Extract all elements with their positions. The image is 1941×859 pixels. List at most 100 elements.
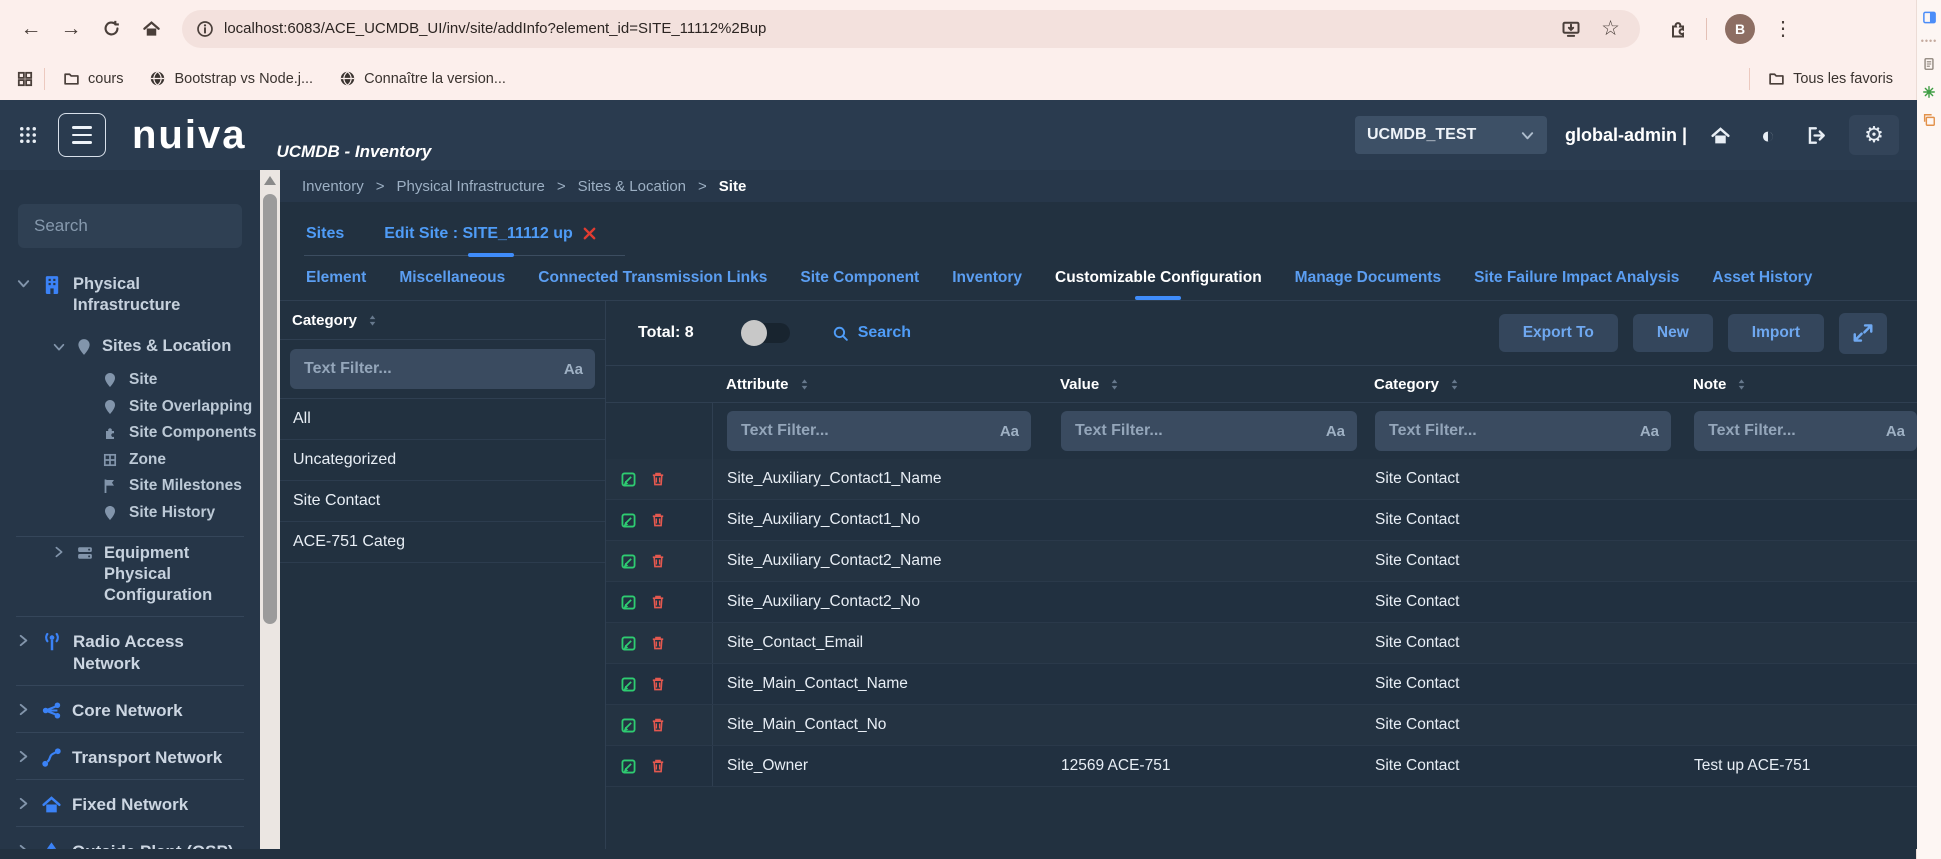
sidebar-item-physical-infrastructure[interactable]: Physical Infrastructure	[16, 274, 260, 316]
new-button[interactable]: New	[1633, 314, 1713, 352]
sidebar-item-core-network[interactable]: Core Network	[0, 692, 260, 730]
browser-home-icon[interactable]	[134, 12, 168, 46]
sidebar-item-site[interactable]: Site	[0, 367, 260, 394]
sidebar-search-input[interactable]	[32, 215, 228, 237]
case-sensitive-toggle[interactable]: Aa	[1640, 423, 1659, 440]
sidebar-item-sites-location[interactable]: Sites & Location	[52, 336, 260, 357]
expand-table-button[interactable]	[1839, 313, 1887, 354]
case-sensitive-toggle[interactable]: Aa	[564, 361, 583, 378]
breadcrumb-sites-location[interactable]: Sites & Location	[578, 178, 686, 195]
sort-icon[interactable]	[797, 377, 812, 392]
back-icon[interactable]: ←	[14, 12, 48, 46]
category-item-site-contact[interactable]: Site Contact	[280, 481, 605, 522]
address-bar[interactable]: localhost:6083/ACE_UCMDB_UI/inv/site/add…	[182, 10, 1640, 48]
sidebar-item-site-history[interactable]: Site History	[0, 500, 260, 527]
sidebar-item-outside-plant[interactable]: Outside Plant (OSP)	[0, 833, 260, 849]
sort-icon[interactable]	[1447, 377, 1462, 392]
search-mode-toggle[interactable]	[744, 323, 790, 343]
category-filter-box[interactable]: Aa	[1375, 411, 1671, 451]
subtab-asset-history[interactable]: Asset History	[1712, 269, 1812, 287]
export-to-button[interactable]: Export To	[1499, 314, 1618, 352]
delete-row-button[interactable]	[650, 512, 666, 528]
edit-row-button[interactable]	[620, 553, 637, 570]
value-filter-box[interactable]: Aa	[1061, 411, 1357, 451]
settings-gear-icon[interactable]: ⚙	[1849, 115, 1899, 155]
sort-icon[interactable]	[1734, 377, 1749, 392]
sort-icon[interactable]	[1107, 377, 1122, 392]
edit-row-button[interactable]	[620, 512, 637, 529]
flower-extension-icon[interactable]	[1922, 85, 1936, 99]
subtab-miscellaneous[interactable]: Miscellaneous	[399, 269, 505, 287]
case-sensitive-toggle[interactable]: Aa	[1886, 423, 1905, 440]
sidebar-scrollbar[interactable]	[260, 170, 280, 849]
waffle-menu-icon[interactable]	[18, 125, 38, 145]
edit-row-button[interactable]	[620, 594, 637, 611]
subtab-manage-documents[interactable]: Manage Documents	[1295, 269, 1441, 287]
scrollbar-thumb[interactable]	[263, 194, 277, 624]
browser-menu-icon[interactable]: ⋮	[1773, 16, 1793, 41]
category-item-uncategorized[interactable]: Uncategorized	[280, 440, 605, 481]
scrollbar-up-arrow[interactable]	[264, 176, 276, 185]
reload-icon[interactable]	[94, 12, 128, 46]
toggle-knob[interactable]	[741, 320, 767, 346]
delete-row-button[interactable]	[650, 758, 666, 774]
note-filter-input[interactable]	[1706, 421, 1878, 441]
delete-row-button[interactable]	[650, 635, 666, 651]
subtab-site-failure-impact-analysis[interactable]: Site Failure Impact Analysis	[1474, 269, 1679, 287]
value-filter-input[interactable]	[1073, 421, 1318, 441]
subtab-element[interactable]: Element	[306, 269, 366, 287]
subtab-inventory[interactable]: Inventory	[952, 269, 1022, 287]
category-item-ace751[interactable]: ACE-751 Categ	[280, 522, 605, 563]
home-icon[interactable]	[1705, 120, 1735, 150]
attribute-filter-input[interactable]	[739, 421, 992, 441]
apps-grid-icon[interactable]	[16, 70, 34, 88]
copy-extension-icon[interactable]	[1922, 113, 1936, 127]
site-info-icon[interactable]	[196, 20, 214, 38]
bookmark-star-icon[interactable]: ☆	[1601, 16, 1620, 41]
sidebar-item-radio-access-network[interactable]: Radio Access Network	[0, 623, 260, 683]
subtab-connected-transmission-links[interactable]: Connected Transmission Links	[538, 269, 767, 287]
notes-extension-icon[interactable]	[1922, 57, 1936, 71]
bookmark-bootstrap[interactable]: Bootstrap vs Node.j...	[141, 66, 321, 91]
all-favorites-button[interactable]: Tous les favoris	[1760, 66, 1901, 91]
attribute-filter-box[interactable]: Aa	[727, 411, 1031, 451]
url-text[interactable]: localhost:6083/ACE_UCMDB_UI/inv/site/add…	[224, 20, 766, 37]
tab-sites[interactable]: Sites	[306, 225, 344, 243]
tab-edit-site[interactable]: Edit Site : SITE_11112 up	[384, 225, 597, 243]
edit-row-button[interactable]	[620, 717, 637, 734]
sidebar-item-zone[interactable]: Zone	[0, 447, 260, 474]
delete-row-button[interactable]	[650, 717, 666, 733]
category-filter-box[interactable]: Aa	[290, 349, 595, 389]
import-button[interactable]: Import	[1728, 314, 1824, 352]
close-tab-icon[interactable]	[582, 225, 597, 243]
sidebar-item-site-milestones[interactable]: Site Milestones	[0, 473, 260, 500]
delete-row-button[interactable]	[650, 471, 666, 487]
breadcrumb-physical-infrastructure[interactable]: Physical Infrastructure	[396, 178, 544, 195]
sidebar-item-site-components[interactable]: Site Components	[0, 420, 260, 447]
breadcrumb-inventory[interactable]: Inventory	[302, 178, 364, 195]
edit-row-button[interactable]	[620, 471, 637, 488]
delete-row-button[interactable]	[650, 676, 666, 692]
sidebar-search[interactable]	[18, 204, 242, 248]
bookmark-cours[interactable]: cours	[55, 66, 131, 91]
bookmark-connaitre[interactable]: Connaître la version...	[331, 66, 514, 91]
search-button[interactable]: Search	[832, 324, 911, 342]
tenant-selector[interactable]: UCMDB_TEST	[1355, 116, 1547, 154]
install-app-icon[interactable]	[1561, 19, 1581, 39]
logout-icon[interactable]	[1801, 120, 1831, 150]
category-item-all[interactable]: All	[280, 399, 605, 440]
sidebar-item-equipment-physical-configuration[interactable]: Equipment Physical Configuration	[52, 543, 260, 606]
extensions-icon[interactable]	[1668, 19, 1688, 39]
forward-icon[interactable]: →	[54, 12, 88, 46]
case-sensitive-toggle[interactable]: Aa	[1326, 423, 1345, 440]
edit-row-button[interactable]	[620, 758, 637, 775]
delete-row-button[interactable]	[650, 553, 666, 569]
category-filter-input[interactable]	[1387, 421, 1632, 441]
sidebar-item-site-overlapping[interactable]: Site Overlapping	[0, 394, 260, 421]
category-filter-input[interactable]	[302, 359, 556, 379]
hamburger-menu-button[interactable]	[58, 113, 106, 157]
profile-avatar[interactable]: B	[1725, 14, 1755, 44]
edit-row-button[interactable]	[620, 635, 637, 652]
side-panel-icon[interactable]	[1922, 10, 1937, 25]
case-sensitive-toggle[interactable]: Aa	[1000, 423, 1019, 440]
